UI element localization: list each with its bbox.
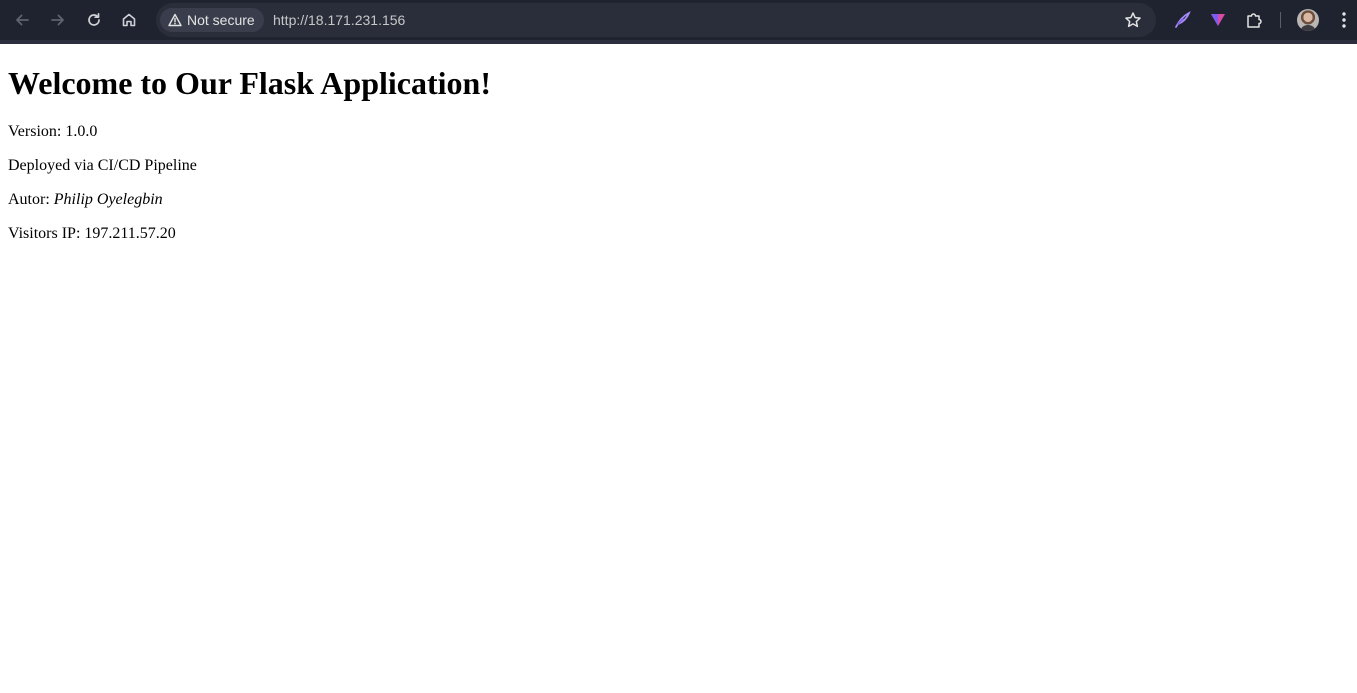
page-content: Welcome to Our Flask Application! Versio… [8, 44, 1357, 259]
security-chip-label: Not secure [187, 12, 255, 28]
author-line: Autor: Philip Oyelegbin [8, 191, 1357, 209]
author-prefix: Autor: [8, 191, 54, 208]
kebab-menu-icon[interactable] [1336, 10, 1352, 30]
reload-icon [88, 12, 100, 26]
url-text[interactable]: http://18.171.231.156 [273, 3, 405, 37]
back-button[interactable] [8, 6, 36, 34]
reload-button[interactable] [80, 6, 108, 34]
author-name: Philip Oyelegbin [53, 191, 163, 208]
visitor-ip-text: Visitors IP: 197.211.57.20 [8, 225, 176, 242]
back-arrow-icon [16, 14, 29, 26]
browser-toolbar: Not secure http://18.171.231.156 [0, 0, 1357, 44]
forward-button[interactable] [44, 6, 72, 34]
feather-extension-icon[interactable] [1171, 9, 1193, 31]
toolbar-divider [1280, 12, 1281, 28]
star-icon[interactable] [1124, 11, 1142, 29]
home-button[interactable] [115, 6, 143, 34]
page-title: Welcome to Our Flask Application! [8, 65, 491, 101]
deployment-text: Deployed via CI/CD Pipeline [8, 157, 197, 174]
avatar[interactable] [1297, 9, 1319, 31]
warning-icon [168, 13, 182, 27]
puzzle-icon[interactable] [1243, 9, 1265, 31]
address-bar[interactable]: Not secure http://18.171.231.156 [156, 3, 1156, 37]
flag-extension-icon[interactable] [1207, 9, 1229, 31]
version-text: Version: 1.0.0 [8, 123, 98, 140]
home-icon [122, 13, 136, 27]
security-chip[interactable]: Not secure [160, 8, 264, 32]
forward-arrow-icon [51, 14, 64, 26]
